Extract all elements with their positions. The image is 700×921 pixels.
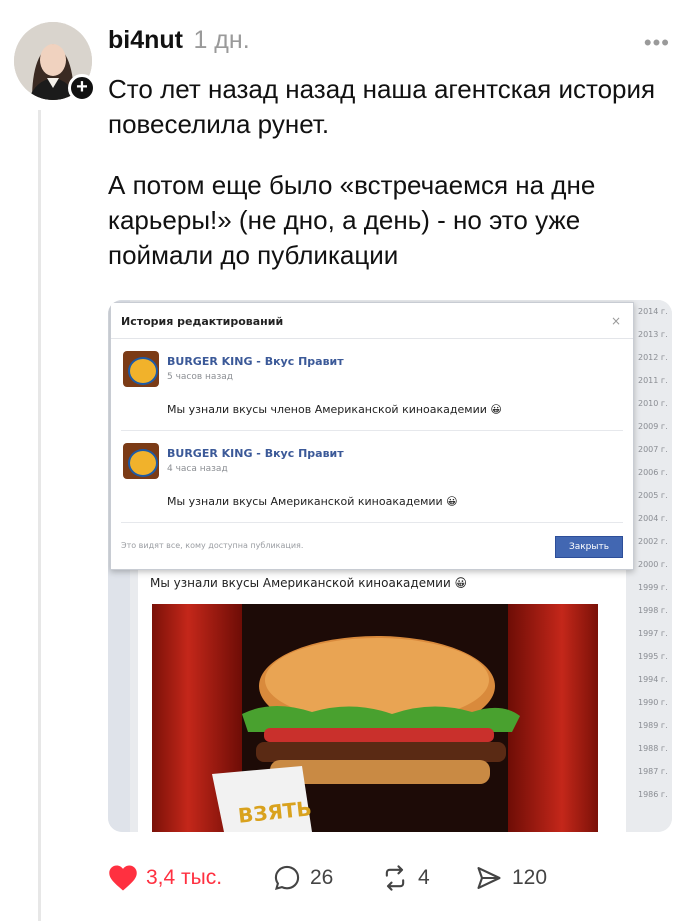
- edit-history-dialog: История редактирований × BURGER KING - В…: [110, 302, 634, 570]
- repost-icon: [385, 865, 405, 891]
- background-post: Мы узнали вкусы Американской киноакадеми…: [138, 570, 626, 832]
- burger-king-logo-icon: [123, 443, 159, 479]
- year-link[interactable]: 1987 г.: [632, 760, 672, 783]
- thread-line: [38, 110, 41, 921]
- year-link[interactable]: 1995 г.: [632, 645, 672, 668]
- like-button[interactable]: 3,4 тыс.: [108, 858, 222, 898]
- year-link[interactable]: 2000 г.: [632, 553, 672, 576]
- like-count: 3,4 тыс.: [146, 866, 223, 889]
- post-text-paragraph-2: А потом еще было «встречаемся на дне кар…: [108, 170, 596, 270]
- year-link[interactable]: 1997 г.: [632, 622, 672, 645]
- entry-author[interactable]: BURGER KING - Вкус Правит: [167, 447, 344, 460]
- comment-bubble-icon: [274, 865, 300, 890]
- year-link[interactable]: 2013 г.: [632, 323, 672, 346]
- year-link[interactable]: 2002 г.: [632, 530, 672, 553]
- year-link[interactable]: 1990 г.: [632, 691, 672, 714]
- comment-button[interactable]: 26: [272, 858, 333, 898]
- post-time: 1 дн.: [193, 26, 250, 54]
- share-button[interactable]: 120: [474, 858, 547, 898]
- entry-time: 4 часа назад: [167, 464, 228, 474]
- share-count: 120: [512, 866, 548, 889]
- year-link[interactable]: 2004 г.: [632, 507, 672, 530]
- heart-icon: [109, 865, 137, 891]
- year-link[interactable]: 2012 г.: [632, 346, 672, 369]
- year-link[interactable]: 1986 г.: [632, 783, 672, 806]
- burger-king-logo-icon: [123, 351, 159, 387]
- post-actions: 3,4 тыс. 26 4 120: [108, 858, 668, 898]
- follow-plus-button[interactable]: +: [68, 74, 96, 102]
- dialog-title: История редактирований: [121, 315, 284, 328]
- repost-button[interactable]: 4: [380, 858, 430, 898]
- year-link[interactable]: 2011 г.: [632, 369, 672, 392]
- post-text-paragraph-1: Сто лет назад назад наша агентская истор…: [108, 74, 656, 139]
- year-link[interactable]: 1988 г.: [632, 737, 672, 760]
- comment-count: 26: [310, 866, 334, 889]
- background-post-caption: Мы узнали вкусы Американской киноакадеми…: [150, 576, 468, 590]
- send-icon: [477, 867, 501, 889]
- username[interactable]: bi4nut: [108, 26, 183, 54]
- close-button[interactable]: Закрыть: [555, 536, 623, 558]
- entry-message: Мы узнали вкусы членов Американской кино…: [167, 403, 502, 416]
- year-link[interactable]: 1998 г.: [632, 599, 672, 622]
- visibility-note: Это видят все, кому доступна публикация.: [121, 541, 304, 550]
- year-timeline: 2014 г. 2013 г. 2012 г. 2011 г. 2010 г. 2009 …: [632, 300, 672, 832]
- year-link[interactable]: 2007 г.: [632, 438, 672, 461]
- year-link[interactable]: 1999 г.: [632, 576, 672, 599]
- year-link[interactable]: 2006 г.: [632, 461, 672, 484]
- avatar[interactable]: +: [14, 22, 96, 102]
- burger-photo: ВЗЯТЬ: [152, 604, 598, 832]
- repost-count: 4: [418, 866, 430, 889]
- year-link[interactable]: 1989 г.: [632, 714, 672, 737]
- entry-time: 5 часов назад: [167, 372, 233, 382]
- entry-message: Мы узнали вкусы Американской киноакадеми…: [167, 495, 458, 508]
- post-header: bi4nut 1 дн. •••: [108, 26, 680, 60]
- dialog-footer: Это видят все, кому доступна публикация.…: [111, 523, 633, 573]
- year-link[interactable]: 2014 г.: [632, 300, 672, 323]
- entry-author[interactable]: BURGER KING - Вкус Правит: [167, 355, 344, 368]
- close-icon[interactable]: ×: [611, 314, 621, 328]
- more-dots-icon[interactable]: •••: [644, 30, 670, 56]
- edit-entry: BURGER KING - Вкус Правит 5 часов назад …: [121, 339, 623, 431]
- year-link[interactable]: 2010 г.: [632, 392, 672, 415]
- year-link[interactable]: 1994 г.: [632, 668, 672, 691]
- edit-entry: BURGER KING - Вкус Правит 4 часа назад М…: [121, 431, 623, 523]
- year-link[interactable]: 2009 г.: [632, 415, 672, 438]
- year-link[interactable]: 2005 г.: [632, 484, 672, 507]
- attached-image[interactable]: 2014 г. 2013 г. 2012 г. 2011 г. 2010 г. 2009 …: [108, 300, 672, 832]
- dialog-header: История редактирований ×: [111, 303, 633, 339]
